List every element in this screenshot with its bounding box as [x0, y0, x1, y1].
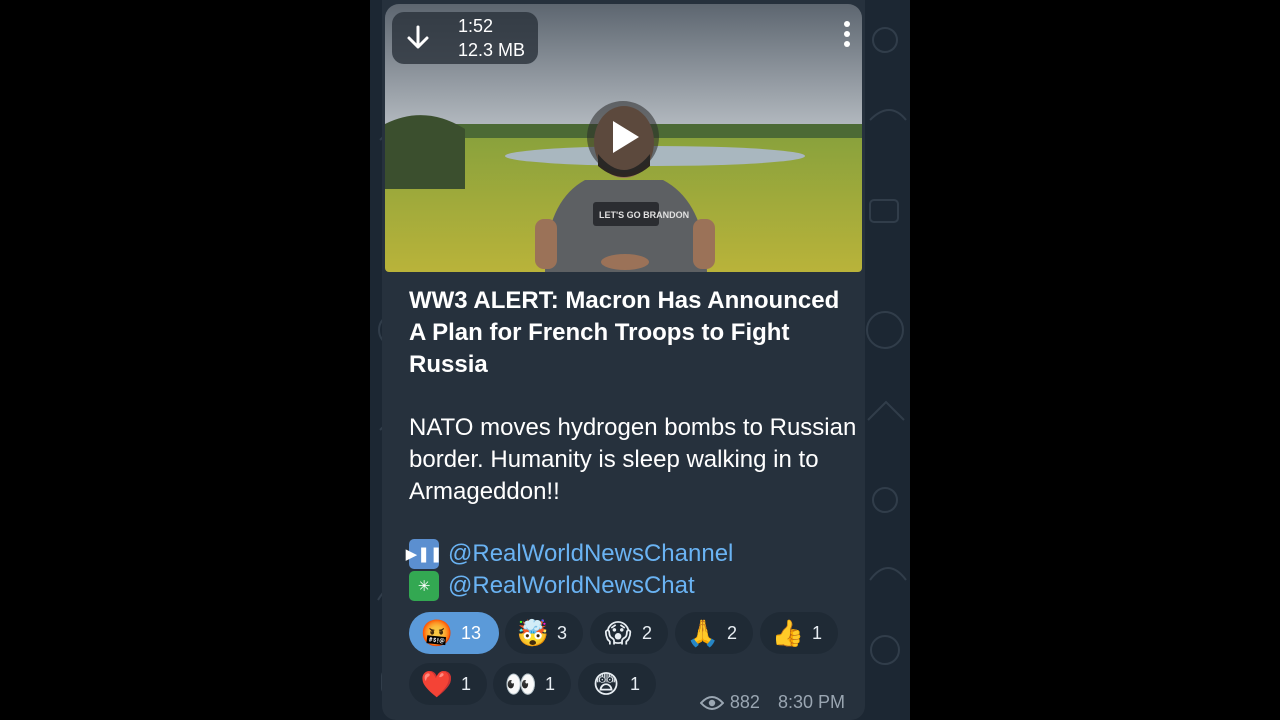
angry-face-icon: 🤬	[420, 617, 454, 648]
chat-link[interactable]: @RealWorldNewsChat	[448, 572, 695, 600]
reaction-count: 3	[557, 622, 568, 643]
chat-link-row[interactable]: ✳ @RealWorldNewsChat	[409, 570, 695, 602]
reaction-fearful[interactable]: 😨 1	[578, 663, 656, 705]
reaction-thumbs-up[interactable]: 👍 1	[760, 612, 838, 654]
video-duration: 1:52	[458, 16, 494, 36]
post-title: WW3 ALERT: Macron Has Announced A Plan f…	[409, 287, 840, 378]
folded-hands-icon: 🙏	[686, 617, 720, 648]
reaction-count: 1	[630, 673, 641, 694]
fearful-face-icon: 😨	[592, 668, 620, 699]
more-options-icon[interactable]	[840, 18, 854, 52]
message-time: 8:30 PM	[777, 692, 845, 712]
shirt-text: LET'S GO BRANDON	[599, 210, 689, 220]
play-pause-icon: ▶❚❚	[406, 539, 442, 569]
exploding-head-icon: 🤯	[516, 617, 550, 648]
reaction-count: 13	[461, 622, 482, 643]
video-preview[interactable]: LET'S GO BRANDON 1:52 12.3 MB	[385, 4, 862, 272]
reaction-count: 2	[642, 622, 653, 643]
reaction-heart[interactable]: ❤️ 1	[409, 663, 487, 705]
message-meta: 882 8:30 PM	[699, 692, 845, 713]
view-count: 882	[729, 692, 760, 712]
chat-background: LET'S GO BRANDON 1:52 12.3 MB WW3 ALERT:…	[370, 0, 910, 720]
reaction-eyes[interactable]: 👀 1	[493, 663, 571, 705]
reaction-scream[interactable]: 😱 2	[590, 612, 668, 654]
eyes-icon: 👀	[504, 668, 538, 699]
post-body: NATO moves hydrogen bombs to Russian bor…	[409, 414, 857, 505]
reaction-count: 1	[461, 673, 472, 694]
file-size: 12.3 MB	[458, 40, 526, 60]
channel-link[interactable]: @RealWorldNewsChannel	[448, 540, 733, 568]
reaction-count: 1	[812, 622, 823, 643]
reaction-pray[interactable]: 🙏 2	[675, 612, 753, 654]
eight-spoked-asterisk-icon: ✳	[409, 571, 439, 601]
reaction-pouting[interactable]: 🤬 13	[409, 612, 499, 654]
download-chip[interactable]: 1:52 12.3 MB	[392, 12, 538, 64]
channel-link-row[interactable]: ▶❚❚ @RealWorldNewsChannel	[406, 538, 733, 570]
reaction-mind-blown[interactable]: 🤯 3	[505, 612, 583, 654]
play-button[interactable]	[587, 101, 659, 173]
reaction-count: 2	[727, 622, 738, 643]
views-eye-icon	[699, 695, 724, 710]
reaction-count: 1	[545, 673, 556, 694]
message-bubble: LET'S GO BRANDON 1:52 12.3 MB WW3 ALERT:…	[382, 0, 865, 720]
play-icon	[613, 121, 639, 153]
download-arrow-icon[interactable]	[404, 24, 432, 52]
screaming-face-icon: 😱	[604, 617, 632, 648]
heart-icon: ❤️	[420, 668, 454, 699]
thumbs-up-icon: 👍	[771, 617, 805, 648]
